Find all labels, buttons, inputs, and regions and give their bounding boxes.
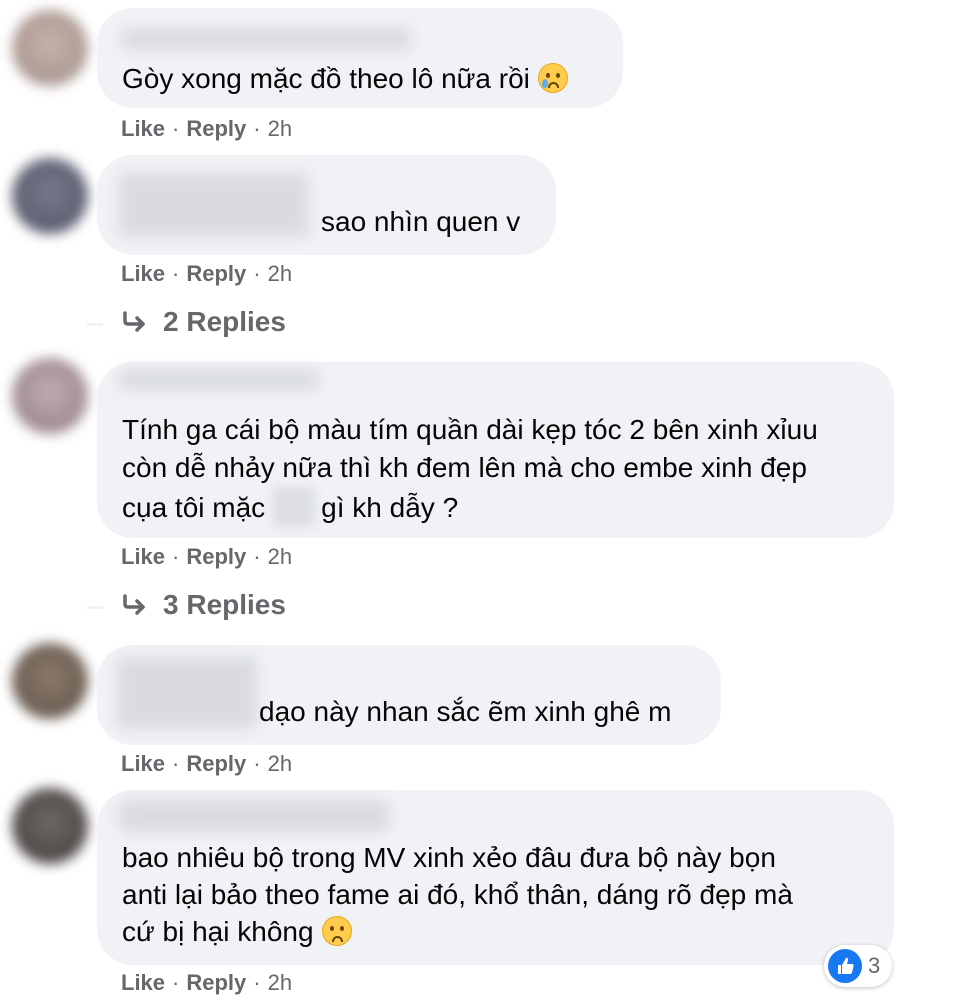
crying-smile-emoji [537,63,568,93]
comment-actions: Like · Reply · 2h [121,970,293,995]
censored-word-blurred [273,487,316,527]
comment-actions: Like · Reply · 2h [121,116,293,141]
comment-bubble: dạo này nhan sắc ẽm xinh ghê m [97,645,721,745]
reply-button[interactable]: Reply [186,751,246,776]
comment-text-line: còn dễ nhảy nữa thì kh đem lên mà cho em… [122,452,807,483]
reply-button[interactable]: Reply [186,116,246,141]
view-replies-link[interactable]: 2 Replies [121,306,286,340]
sad-face-emoji [321,916,352,946]
comment-actions: Like · Reply · 2h [121,751,293,776]
comment-text-line: cứ bị hại không [122,913,352,951]
comment-text: Gòy xong mặc đồ theo lô nữa rồi [122,60,568,98]
like-button[interactable]: Like [121,116,165,141]
reaction-count: 3 [868,953,881,978]
reply-button[interactable]: Reply [186,261,246,286]
commenter-name-blurred[interactable] [119,370,319,390]
timestamp[interactable]: 2h [268,261,292,286]
comment-text-line: bao nhiêu bộ trong MV xinh xẻo đâu đưa b… [122,842,776,873]
timestamp[interactable]: 2h [268,970,292,995]
like-button[interactable]: Like [121,544,165,569]
reply-button[interactable]: Reply [186,544,246,569]
comment-text: dạo này nhan sắc ẽm xinh ghê m [259,696,672,727]
like-button[interactable]: Like [121,261,165,286]
view-replies-link[interactable]: 3 Replies [121,589,286,623]
commenter-name-blurred[interactable] [121,28,411,50]
avatar[interactable] [12,788,88,864]
like-button[interactable]: Like [121,751,165,776]
comment-bubble: sao nhìn quen v [97,155,556,255]
commenter-name-blurred[interactable] [119,800,389,832]
thread-connector [87,323,103,326]
comment-bubble: Gòy xong mặc đồ theo lô nữa rồi [97,8,623,108]
thread-connector [87,606,103,609]
commenter-name-blurred[interactable] [119,173,309,237]
reply-arrow-icon [121,591,149,623]
timestamp[interactable]: 2h [268,544,292,569]
timestamp[interactable]: 2h [268,116,292,141]
avatar[interactable] [12,358,88,434]
commenter-name-blurred[interactable] [117,657,257,729]
comment-bubble: Tính ga cái bộ màu tím quần dài kẹp tóc … [97,362,894,538]
avatar[interactable] [12,158,88,234]
comment-bubble: bao nhiêu bộ trong MV xinh xẻo đâu đưa b… [97,790,894,965]
comment-text-line: anti lại bảo theo fame ai đó, khổ thân, … [122,879,793,910]
like-button[interactable]: Like [121,970,165,995]
reaction-summary[interactable]: 3 [824,945,892,987]
reply-button[interactable]: Reply [186,970,246,995]
comment-text-line: cụa tôi mặc gì kh dẫy ? [122,487,458,527]
timestamp[interactable]: 2h [268,751,292,776]
comment-actions: Like · Reply · 2h [121,261,293,286]
avatar[interactable] [12,643,88,719]
comment-text-line: Tính ga cái bộ màu tím quần dài kẹp tóc … [122,414,818,445]
comment-text: sao nhìn quen v [321,206,521,237]
reply-arrow-icon [121,308,149,340]
like-reaction-icon [828,949,862,983]
avatar[interactable] [12,10,88,86]
comment-actions: Like · Reply · 2h [121,544,293,569]
